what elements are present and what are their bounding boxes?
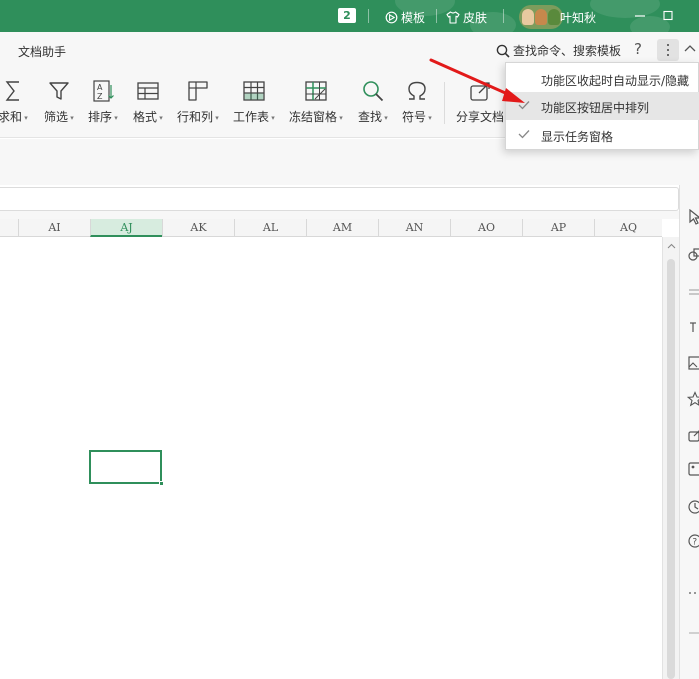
more-options-button[interactable] [657,39,679,61]
funnel-icon [46,78,72,104]
sum-button[interactable]: 求和 [0,78,28,125]
share-doc-label: 分享文档 [456,110,505,124]
filter-button[interactable]: 筛选 [44,78,74,125]
find-button[interactable]: 查找 [358,78,388,125]
column-header[interactable]: AL [234,219,306,237]
search-placeholder: 查找命令、搜索模板 [513,44,622,58]
column-header[interactable]: AM [306,219,378,237]
skin-label: 皮肤 [463,10,488,25]
find-label: 查找 [358,108,388,125]
sort-az-icon: A Z [90,78,116,104]
filter-label: 筛选 [44,108,74,125]
shapes-icon[interactable] [687,247,699,263]
vertical-scrollbar[interactable] [662,237,679,679]
minimize-icon[interactable] [632,9,648,23]
history-icon[interactable] [687,499,699,515]
skin-button[interactable]: 皮肤 [446,9,487,25]
cursor-icon[interactable] [687,209,699,225]
svg-text:?: ? [692,538,697,548]
column-header[interactable]: AP [522,219,594,237]
format-button[interactable]: 格式 [133,78,163,125]
ribbon-separator [444,82,445,124]
command-search[interactable]: 查找命令、搜索模板 [496,42,621,59]
column-header[interactable]: AO [450,219,522,237]
menu-item-label: 功能区收起时自动显示/隐藏 [541,74,690,88]
sort-button[interactable]: A Z 排序 [88,78,118,125]
scroll-up-icon[interactable] [667,243,676,249]
checkmark-icon [518,101,530,110]
sum-label: 求和 [0,108,28,125]
menu-item-auto-show-hide[interactable]: 功能区收起时自动显示/隐藏 [506,65,699,93]
formula-bar-gap [0,211,699,219]
style-icon[interactable] [687,285,699,301]
freeze-panes-label: 冻结窗格 [289,108,343,125]
column-header-bar: AI AJ AK AL AM AN AO AP AQ [0,219,662,237]
task-pane-bar: ? [679,185,699,679]
table-format-icon [135,78,161,104]
search-icon [496,44,510,58]
property-icon[interactable] [687,319,699,335]
doc-assistant-tab[interactable]: 文档助手 [18,43,66,60]
rows-columns-icon [185,78,211,104]
freeze-panes-button[interactable]: 冻结窗格 [289,78,343,125]
worksheet-button[interactable]: 工作表 [233,78,275,125]
freeze-panes-icon [303,78,329,104]
scrollbar-thumb[interactable] [667,259,675,679]
row-col-label: 行和列 [177,108,219,125]
image-panel-icon[interactable] [687,355,699,371]
menu-item-label: 显示任务窗格 [541,130,614,144]
user-name[interactable]: 叶知秋 [560,9,596,26]
share-doc-button[interactable]: 分享文档 [456,78,504,125]
column-header[interactable]: AK [162,219,234,237]
omega-icon [404,78,430,104]
template-button[interactable]: 模板 [385,9,425,25]
template-label: 模板 [401,10,426,25]
share-panel-icon[interactable] [687,427,699,443]
maximize-icon[interactable] [660,9,676,23]
notification-badge[interactable]: 2 [338,8,356,23]
svg-text:A: A [97,83,103,92]
more-dots-icon[interactable] [687,585,699,601]
star-icon[interactable] [687,391,699,407]
column-header[interactable]: AN [378,219,450,237]
shirt-icon [446,10,460,24]
title-separator [436,9,437,23]
checkmark-icon [518,130,530,139]
svg-text:Z: Z [97,92,103,101]
format-label: 格式 [133,108,163,125]
menu-item-label: 功能区按钮居中排列 [541,101,650,115]
selected-cell[interactable] [89,450,164,486]
column-header[interactable]: AI [18,219,90,237]
help-icon[interactable]: ? [634,40,642,58]
sort-label: 排序 [88,108,118,125]
magnifier-icon [360,78,386,104]
fill-handle[interactable] [159,481,164,486]
menu-item-center-buttons[interactable]: 功能区按钮居中排列 [506,92,699,120]
column-header-active[interactable]: AJ [90,219,162,237]
title-separator [503,9,504,23]
ribbon-options-menu: 功能区收起时自动显示/隐藏 功能区按钮居中排列 显示任务窗格 [505,62,699,150]
chevron-up-icon[interactable] [684,44,696,52]
sigma-icon [0,78,26,104]
menu-item-show-task-pane[interactable]: 显示任务窗格 [506,121,699,149]
avatar[interactable] [519,5,563,29]
title-separator [368,9,369,23]
symbol-label: 符号 [402,108,432,125]
row-col-button[interactable]: 行和列 [177,78,219,125]
template-icon [385,11,398,23]
symbol-button[interactable]: 符号 [402,78,432,125]
formula-bar[interactable] [0,187,679,211]
worksheet-icon [241,78,267,104]
title-bar: 2 模板 皮肤 叶知秋 [0,0,699,32]
help-circle-icon[interactable]: ? [687,533,699,549]
panel-divider-icon [689,632,699,634]
share-icon [467,78,493,104]
worksheet-label: 工作表 [233,108,275,125]
column-header[interactable]: AQ [594,219,662,237]
picture-icon[interactable] [687,461,699,477]
